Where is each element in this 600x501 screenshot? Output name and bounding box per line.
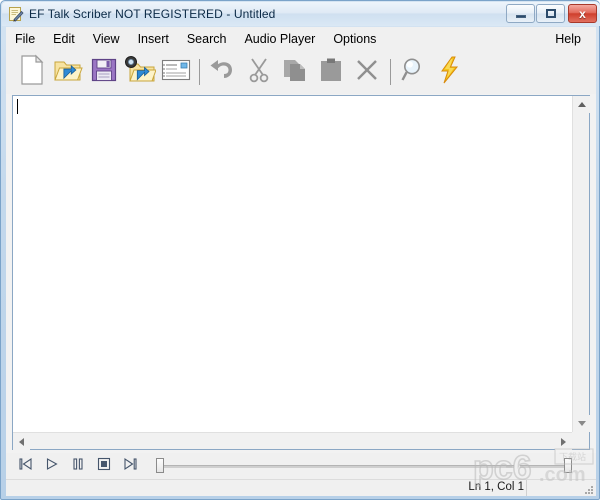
previous-button[interactable] bbox=[14, 456, 38, 476]
delete-x-icon bbox=[354, 57, 380, 88]
application-window: EF Talk Scriber NOT REGISTERED - Untitle… bbox=[0, 0, 600, 500]
delete-button[interactable] bbox=[349, 52, 385, 92]
scroll-up-button[interactable] bbox=[573, 96, 590, 113]
toolbar-separator bbox=[390, 59, 391, 85]
play-button[interactable] bbox=[40, 456, 64, 476]
stop-icon bbox=[96, 457, 112, 476]
paste-button[interactable] bbox=[313, 52, 349, 92]
resize-grip-icon[interactable] bbox=[582, 483, 594, 495]
scroll-right-button[interactable] bbox=[555, 433, 572, 450]
skip-back-icon bbox=[18, 457, 34, 476]
close-icon: x bbox=[579, 6, 586, 21]
menu-item-help[interactable]: Help bbox=[546, 29, 590, 49]
scroll-right-arrow-icon bbox=[561, 437, 566, 446]
save-floppy-icon bbox=[90, 56, 118, 89]
cut-scissors-icon bbox=[247, 56, 271, 89]
form-card-icon bbox=[161, 58, 191, 87]
text-editor-area[interactable] bbox=[13, 96, 571, 431]
pause-button[interactable] bbox=[66, 456, 90, 476]
stop-button[interactable] bbox=[92, 456, 116, 476]
insert-field-button[interactable] bbox=[158, 52, 194, 92]
open-file-button[interactable] bbox=[50, 52, 86, 92]
menu-item-edit[interactable]: Edit bbox=[44, 29, 84, 49]
scroll-left-arrow-icon bbox=[19, 437, 24, 446]
window-title: EF Talk Scriber NOT REGISTERED - Untitle… bbox=[29, 7, 276, 21]
save-button[interactable] bbox=[86, 52, 122, 92]
minimize-button[interactable] bbox=[506, 4, 535, 23]
horizontal-scrollbar[interactable] bbox=[13, 432, 572, 450]
scroll-left-button[interactable] bbox=[13, 433, 30, 450]
minimize-icon bbox=[515, 15, 526, 18]
new-document-icon bbox=[18, 54, 46, 91]
menu-item-view[interactable]: View bbox=[84, 29, 129, 49]
new-document-button[interactable] bbox=[14, 52, 50, 92]
open-audio-button[interactable] bbox=[122, 52, 158, 92]
titlebar[interactable]: EF Talk Scriber NOT REGISTERED - Untitle… bbox=[2, 2, 600, 26]
volume-slider[interactable] bbox=[520, 456, 572, 476]
close-button[interactable]: x bbox=[568, 4, 597, 23]
next-button[interactable] bbox=[118, 456, 142, 476]
audio-player-bar bbox=[6, 453, 596, 479]
open-audio-folder-icon bbox=[124, 55, 157, 90]
undo-button[interactable] bbox=[205, 52, 241, 92]
volume-slider-thumb[interactable] bbox=[564, 458, 572, 473]
maximize-button[interactable] bbox=[536, 4, 565, 23]
quick-action-button[interactable] bbox=[432, 52, 468, 92]
position-slider-track bbox=[156, 465, 514, 468]
menu-item-file[interactable]: File bbox=[6, 29, 44, 49]
scroll-up-arrow-icon bbox=[577, 102, 586, 107]
find-magnifier-icon bbox=[400, 56, 428, 89]
cut-button[interactable] bbox=[241, 52, 277, 92]
position-slider-thumb[interactable] bbox=[156, 458, 164, 473]
paste-clipboard-icon bbox=[318, 57, 344, 88]
skip-forward-icon bbox=[122, 457, 138, 476]
client-area: File Edit View Insert Search Audio Playe… bbox=[6, 27, 596, 496]
copy-button[interactable] bbox=[277, 52, 313, 92]
find-button[interactable] bbox=[396, 52, 432, 92]
menubar: File Edit View Insert Search Audio Playe… bbox=[6, 27, 596, 50]
scroll-down-arrow-icon bbox=[577, 421, 586, 426]
open-folder-icon bbox=[53, 55, 83, 90]
lightning-bolt-icon bbox=[438, 56, 462, 89]
menu-item-options[interactable]: Options bbox=[324, 29, 385, 49]
editor-container bbox=[12, 95, 590, 450]
pause-icon bbox=[70, 457, 86, 476]
undo-arrow-icon bbox=[209, 57, 237, 88]
vertical-scrollbar[interactable] bbox=[572, 96, 590, 432]
text-caret bbox=[17, 99, 18, 114]
scroll-down-button[interactable] bbox=[573, 415, 590, 432]
play-icon bbox=[44, 457, 60, 476]
position-slider[interactable] bbox=[156, 456, 514, 476]
status-line-column: Ln 1, Col 1 bbox=[468, 481, 524, 493]
menu-item-audio-player[interactable]: Audio Player bbox=[235, 29, 324, 49]
menu-item-insert[interactable]: Insert bbox=[129, 29, 178, 49]
maximize-icon bbox=[545, 9, 556, 18]
toolbar-separator bbox=[199, 59, 200, 85]
copy-pages-icon bbox=[282, 57, 308, 88]
scrollbar-corner bbox=[572, 432, 589, 449]
status-extra-cell bbox=[526, 480, 578, 496]
menu-item-search[interactable]: Search bbox=[178, 29, 236, 49]
statusbar: Ln 1, Col 1 bbox=[6, 479, 596, 496]
notepad-pencil-icon bbox=[8, 6, 24, 22]
toolbar bbox=[6, 50, 596, 94]
